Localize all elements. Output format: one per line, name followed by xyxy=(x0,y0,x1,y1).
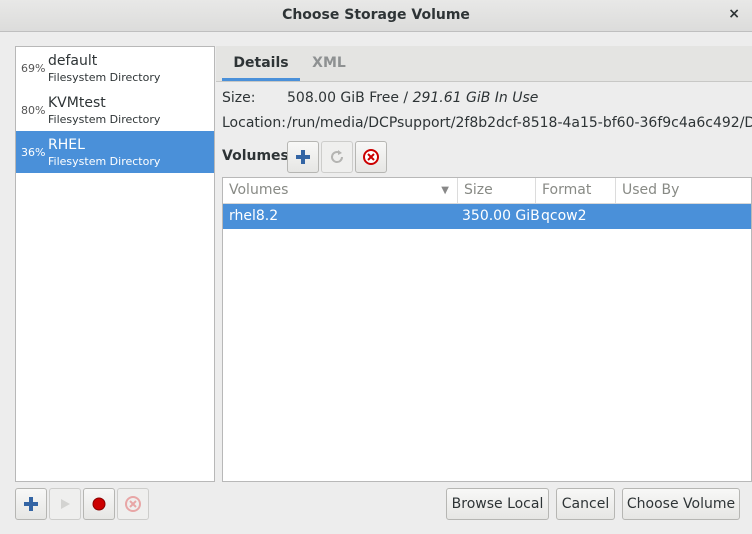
location-value: /run/media/DCPsupport/2f8b2dcf-8518-4a15… xyxy=(287,115,752,131)
volume-name-cell: rhel8.2 xyxy=(229,208,279,224)
cancel-button[interactable]: Cancel xyxy=(556,488,615,520)
window-title: Choose Storage Volume xyxy=(282,7,470,23)
volume-format-cell: qcow2 xyxy=(541,208,587,224)
pool-list[interactable]: 69% default Filesystem Directory 80% KVM… xyxy=(15,46,215,482)
pool-item-kvmtest[interactable]: 80% KVMtest Filesystem Directory xyxy=(16,89,214,131)
location-row: Location: /run/media/DCPsupport/2f8b2dcf… xyxy=(222,115,752,135)
size-value: 508.00 GiB Free / 291.61 GiB In Use xyxy=(287,90,539,106)
refresh-icon xyxy=(331,150,344,163)
add-pool-button[interactable] xyxy=(15,488,47,520)
column-header-used-by[interactable]: Used By xyxy=(616,178,751,203)
column-header-volumes[interactable]: Volumes ▼ xyxy=(223,178,458,203)
pool-name: default xyxy=(48,53,98,69)
pool-usage-percent: 80% xyxy=(21,104,46,117)
column-header-format[interactable]: Format xyxy=(536,178,616,203)
start-pool-button[interactable] xyxy=(49,488,81,520)
size-row: Size: 508.00 GiB Free / 291.61 GiB In Us… xyxy=(222,90,752,110)
delete-icon xyxy=(125,496,141,512)
volume-size-cell: 350.00 GiB xyxy=(462,208,540,224)
delete-icon xyxy=(363,149,379,165)
pool-usage-percent: 36% xyxy=(21,146,46,159)
tab-details[interactable]: Details xyxy=(222,46,300,81)
volumes-label: Volumes xyxy=(222,148,289,164)
refresh-volumes-button[interactable] xyxy=(321,141,353,173)
title-bar: Choose Storage Volume × xyxy=(0,0,752,32)
plus-icon xyxy=(296,150,310,164)
tab-bar: Details XML xyxy=(216,46,752,82)
pool-usage-percent: 69% xyxy=(21,62,46,75)
tab-xml[interactable]: XML xyxy=(308,46,350,81)
sort-down-icon: ▼ xyxy=(441,185,449,196)
table-row[interactable]: rhel8.2 350.00 GiB qcow2 xyxy=(223,204,751,229)
add-volume-button[interactable] xyxy=(287,141,319,173)
delete-pool-button[interactable] xyxy=(117,488,149,520)
plus-icon xyxy=(24,497,38,511)
delete-volume-button[interactable] xyxy=(355,141,387,173)
choose-volume-button[interactable]: Choose Volume xyxy=(622,488,740,520)
record-icon xyxy=(92,497,106,511)
location-label: Location: xyxy=(222,115,286,131)
pool-name: RHEL xyxy=(48,137,85,153)
pool-type: Filesystem Directory xyxy=(48,113,161,126)
table-header: Volumes ▼ Size Format Used By xyxy=(223,178,751,204)
pool-item-default[interactable]: 69% default Filesystem Directory xyxy=(16,47,214,89)
pool-type: Filesystem Directory xyxy=(48,71,161,84)
pool-item-rhel[interactable]: 36% RHEL Filesystem Directory xyxy=(16,131,214,173)
volumes-table[interactable]: Volumes ▼ Size Format Used By rhel8.2 35… xyxy=(222,177,752,482)
browse-local-button[interactable]: Browse Local xyxy=(446,488,549,520)
stop-pool-button[interactable] xyxy=(83,488,115,520)
pool-type: Filesystem Directory xyxy=(48,155,161,168)
column-header-size[interactable]: Size xyxy=(458,178,536,203)
pool-name: KVMtest xyxy=(48,95,106,111)
play-icon xyxy=(61,499,70,509)
size-label: Size: xyxy=(222,90,256,106)
close-icon[interactable]: × xyxy=(728,6,740,22)
